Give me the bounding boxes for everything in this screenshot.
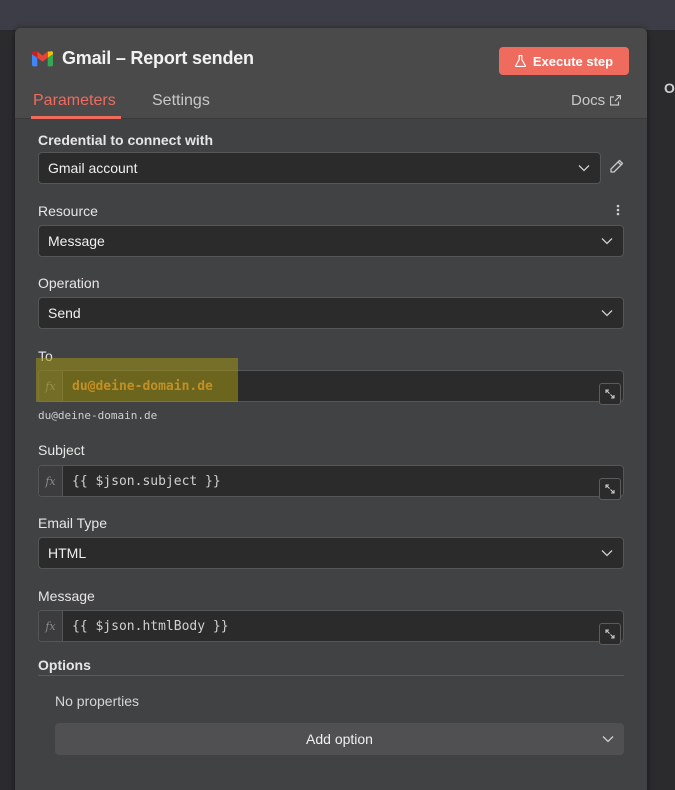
expand-editor-button[interactable] xyxy=(599,478,621,500)
expand-icon xyxy=(605,389,615,399)
active-tab-indicator xyxy=(31,116,121,119)
no-properties-text: No properties xyxy=(55,693,140,709)
edit-credential-icon[interactable] xyxy=(609,159,624,174)
subject-label: Subject xyxy=(38,442,85,458)
tab-settings[interactable]: Settings xyxy=(152,92,210,110)
top-bar xyxy=(0,0,675,30)
chevron-down-icon xyxy=(601,238,613,245)
execute-step-label: Execute step xyxy=(532,53,614,69)
resource-select[interactable]: Message xyxy=(38,225,624,257)
chevron-down-icon xyxy=(602,736,614,743)
docs-label: Docs xyxy=(571,92,606,109)
options-divider xyxy=(38,675,624,676)
gmail-icon xyxy=(32,51,53,67)
chevron-down-icon xyxy=(578,165,590,172)
message-field[interactable]: fx {{ $json.htmlBody }} xyxy=(38,610,624,645)
to-resolved-value: du@deine-domain.de xyxy=(38,409,158,422)
email-type-label: Email Type xyxy=(38,515,107,531)
panel-header: Gmail – Report senden Execute step Param… xyxy=(15,28,647,119)
resource-value: Message xyxy=(48,233,105,249)
credential-value: Gmail account xyxy=(48,160,138,176)
chevron-down-icon xyxy=(601,310,613,317)
operation-select[interactable]: Send xyxy=(38,297,624,329)
credential-label: Credential to connect with xyxy=(38,132,214,148)
add-option-button[interactable]: Add option xyxy=(55,723,624,755)
email-type-value: HTML xyxy=(48,545,87,561)
add-option-label: Add option xyxy=(306,731,373,747)
expand-icon xyxy=(605,484,615,494)
message-label: Message xyxy=(38,588,95,604)
expand-editor-button[interactable] xyxy=(599,383,621,405)
options-label: Options xyxy=(38,657,91,673)
flask-icon xyxy=(514,55,526,67)
docs-link[interactable]: Docs xyxy=(571,92,622,109)
fx-icon: fx xyxy=(39,611,63,641)
expand-editor-button[interactable] xyxy=(599,623,621,645)
highlight-overlay xyxy=(36,358,238,402)
canvas-left xyxy=(0,30,15,790)
node-panel: Gmail – Report senden Execute step Param… xyxy=(15,28,647,790)
subject-expression[interactable]: {{ $json.subject }} xyxy=(63,474,623,489)
external-link-icon xyxy=(610,95,622,106)
tab-parameters[interactable]: Parameters xyxy=(33,92,116,110)
message-expression[interactable]: {{ $json.htmlBody }} xyxy=(63,619,623,634)
execute-step-button[interactable]: Execute step xyxy=(499,47,629,75)
canvas-right xyxy=(646,30,675,790)
right-panel-label: O xyxy=(664,80,675,96)
expand-icon xyxy=(605,629,615,639)
more-options-icon[interactable] xyxy=(616,204,620,216)
resource-label: Resource xyxy=(38,203,98,219)
email-type-select[interactable]: HTML xyxy=(38,537,624,569)
operation-label: Operation xyxy=(38,275,100,291)
fx-icon: fx xyxy=(39,466,63,496)
operation-value: Send xyxy=(48,305,81,321)
credential-select[interactable]: Gmail account xyxy=(38,152,601,184)
chevron-down-icon xyxy=(601,550,613,557)
node-title: Gmail – Report senden xyxy=(62,48,254,68)
subject-field[interactable]: fx {{ $json.subject }} xyxy=(38,465,624,500)
